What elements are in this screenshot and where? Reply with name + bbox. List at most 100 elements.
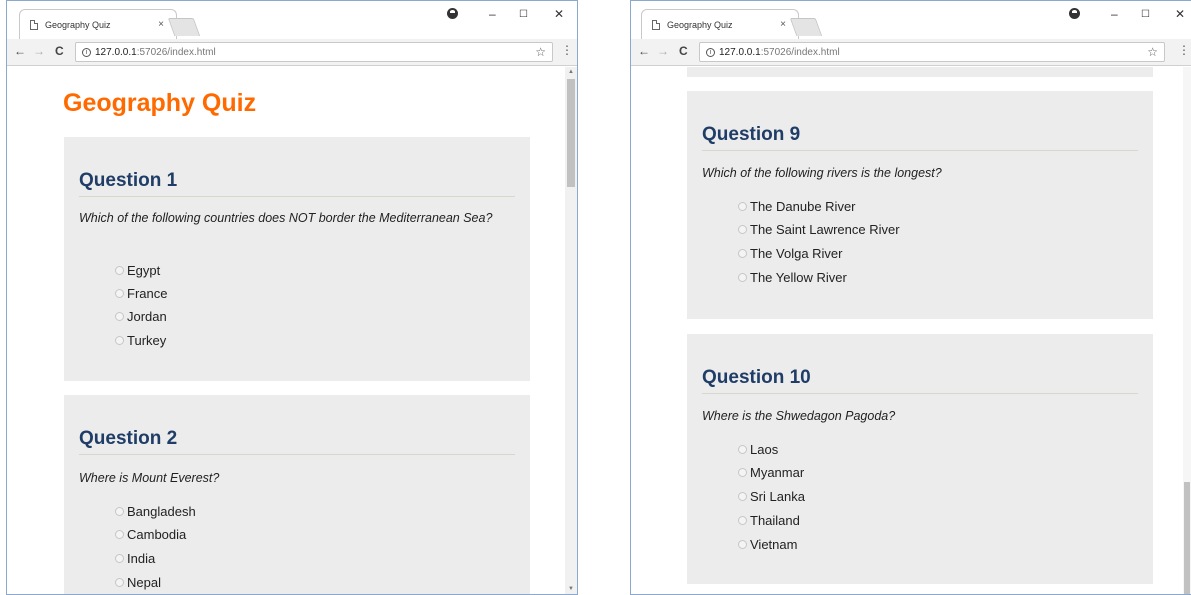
bookmark-star-icon[interactable]: ☆ xyxy=(535,45,546,59)
option-item[interactable]: The Volga River xyxy=(738,246,843,261)
radio-button[interactable] xyxy=(738,516,747,525)
scrollbar-thumb[interactable] xyxy=(567,79,575,187)
tab-close-icon[interactable]: × xyxy=(158,19,164,30)
radio-button[interactable] xyxy=(115,578,124,587)
question-heading: Question 10 xyxy=(702,367,1138,394)
option-label: France xyxy=(127,286,168,301)
option-item[interactable]: Myanmar xyxy=(738,465,804,480)
option-item[interactable]: The Danube River xyxy=(738,199,856,214)
option-item[interactable]: Vietnam xyxy=(738,537,797,552)
browser-toolbar: ← → C i 127.0.0.1 :57026/index.html ☆ ⋮ xyxy=(631,39,1191,66)
maximize-button[interactable]: ☐ xyxy=(519,9,528,20)
browser-tab[interactable]: Geography Quiz × xyxy=(19,9,177,39)
radio-button[interactable] xyxy=(738,249,747,258)
option-label: India xyxy=(127,551,156,566)
vertical-scrollbar[interactable] xyxy=(1183,67,1191,594)
question-card: Question 9 Which of the following rivers… xyxy=(687,91,1153,319)
option-item[interactable]: India xyxy=(115,551,155,566)
info-icon[interactable]: i xyxy=(706,47,715,57)
forward-button[interactable]: → xyxy=(33,44,45,58)
forward-button[interactable]: → xyxy=(657,44,669,58)
radio-button[interactable] xyxy=(738,225,747,234)
radio-button[interactable] xyxy=(115,336,124,345)
option-label: Laos xyxy=(750,442,779,457)
profile-icon[interactable] xyxy=(1069,8,1080,19)
url-path: :57026/index.html xyxy=(760,46,840,58)
option-item[interactable]: Turkey xyxy=(115,333,166,348)
option-label: Thailand xyxy=(750,513,800,528)
question-text: Which of the following rivers is the lon… xyxy=(702,166,942,180)
radio-button[interactable] xyxy=(738,468,747,477)
option-item[interactable]: Bangladesh xyxy=(115,504,196,519)
reload-button[interactable]: C xyxy=(55,44,64,58)
radio-button[interactable] xyxy=(738,540,747,549)
question-heading: Question 2 xyxy=(79,428,515,455)
page-title: Geography Quiz xyxy=(63,89,257,117)
browser-window-right: Geography Quiz × – ☐ ✕ ← → C i 127.0.0.1… xyxy=(630,0,1191,595)
question-card-partial xyxy=(687,67,1153,77)
address-bar[interactable]: i 127.0.0.1 :57026/index.html ☆ xyxy=(75,42,553,62)
vertical-scrollbar[interactable]: ▲ ▼ xyxy=(565,67,577,594)
page-viewport: Question 9 Which of the following rivers… xyxy=(631,67,1191,594)
radio-button[interactable] xyxy=(738,273,747,282)
option-item[interactable]: Jordan xyxy=(115,309,167,324)
radio-button[interactable] xyxy=(738,202,747,211)
question-text: Where is the Shwedagon Pagoda? xyxy=(702,409,896,423)
page-icon xyxy=(652,19,660,30)
option-item[interactable]: The Saint Lawrence River xyxy=(738,222,900,237)
scroll-down-icon[interactable]: ▼ xyxy=(565,586,577,592)
question-card: Question 1 Which of the following countr… xyxy=(64,137,530,381)
maximize-button[interactable]: ☐ xyxy=(1141,9,1150,20)
back-button[interactable]: ← xyxy=(638,44,650,58)
bookmark-star-icon[interactable]: ☆ xyxy=(1147,45,1158,59)
radio-button[interactable] xyxy=(115,312,124,321)
minimize-button[interactable]: – xyxy=(1111,7,1118,21)
option-label: Egypt xyxy=(127,263,161,278)
option-label: Sri Lanka xyxy=(750,489,805,504)
radio-button[interactable] xyxy=(115,266,124,275)
page-icon xyxy=(30,19,38,30)
minimize-button[interactable]: – xyxy=(489,7,496,21)
url-host: 127.0.0.1 xyxy=(95,46,137,58)
browser-toolbar: ← → C i 127.0.0.1 :57026/index.html ☆ ⋮ xyxy=(7,39,577,66)
scroll-up-icon[interactable]: ▲ xyxy=(565,69,577,75)
page-viewport: Geography Quiz Question 1 Which of the f… xyxy=(7,67,577,594)
option-item[interactable]: Sri Lanka xyxy=(738,489,805,504)
radio-button[interactable] xyxy=(738,445,747,454)
option-label: Vietnam xyxy=(750,537,798,552)
tab-close-icon[interactable]: × xyxy=(780,19,786,30)
new-tab-button[interactable] xyxy=(789,18,823,36)
radio-button[interactable] xyxy=(115,289,124,298)
option-item[interactable]: Nepal xyxy=(115,575,161,590)
reload-button[interactable]: C xyxy=(679,44,688,58)
option-item[interactable]: Cambodia xyxy=(115,527,186,542)
close-window-button[interactable]: ✕ xyxy=(1175,7,1185,21)
option-item[interactable]: Thailand xyxy=(738,513,800,528)
radio-button[interactable] xyxy=(738,492,747,501)
browser-window-left: Geography Quiz × – ☐ ✕ ← → C i 127.0.0.1… xyxy=(6,0,578,595)
radio-button[interactable] xyxy=(115,530,124,539)
back-button[interactable]: ← xyxy=(14,44,26,58)
radio-button[interactable] xyxy=(115,554,124,563)
close-window-button[interactable]: ✕ xyxy=(554,7,564,21)
option-label: Nepal xyxy=(127,575,161,590)
title-bar: Geography Quiz × – ☐ ✕ xyxy=(7,1,577,39)
question-text: Where is Mount Everest? xyxy=(79,471,220,485)
address-bar[interactable]: i 127.0.0.1 :57026/index.html ☆ xyxy=(699,42,1165,62)
radio-button[interactable] xyxy=(115,507,124,516)
new-tab-button[interactable] xyxy=(167,18,201,36)
question-heading: Question 9 xyxy=(702,124,1138,151)
option-item[interactable]: The Yellow River xyxy=(738,270,847,285)
option-label: Turkey xyxy=(127,333,167,348)
info-icon[interactable]: i xyxy=(82,47,91,57)
option-label: Bangladesh xyxy=(127,504,196,519)
scrollbar-thumb[interactable] xyxy=(1184,482,1190,594)
option-label: Jordan xyxy=(127,309,167,324)
browser-tab[interactable]: Geography Quiz × xyxy=(641,9,799,39)
menu-icon[interactable]: ⋮ xyxy=(1178,43,1190,57)
option-item[interactable]: France xyxy=(115,286,167,301)
option-item[interactable]: Egypt xyxy=(115,263,160,278)
option-item[interactable]: Laos xyxy=(738,442,778,457)
profile-icon[interactable] xyxy=(447,8,458,19)
menu-icon[interactable]: ⋮ xyxy=(561,43,573,57)
